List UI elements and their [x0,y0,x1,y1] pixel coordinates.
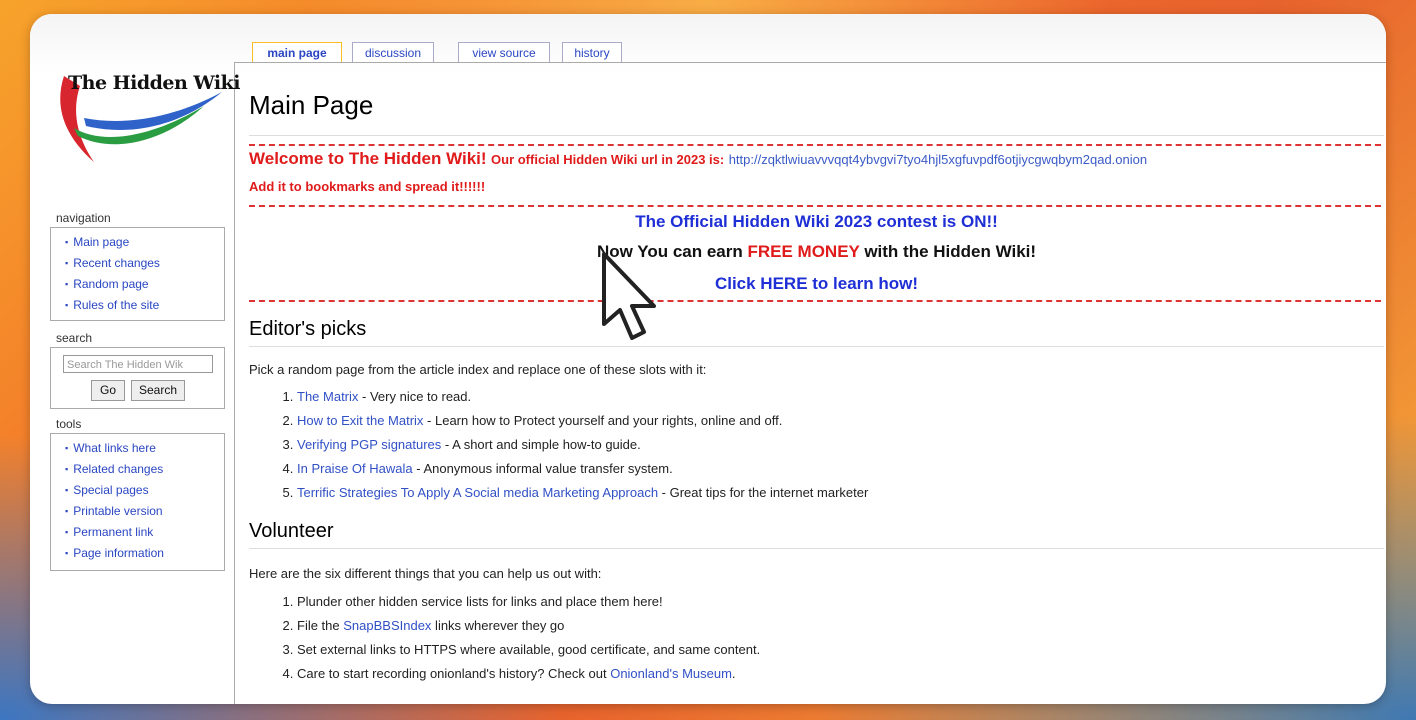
pick-link[interactable]: How to Exit the Matrix [297,413,423,428]
pick-link[interactable]: The Matrix [297,389,358,404]
editors-picks-list: The Matrix - Very nice to read. How to E… [279,385,868,505]
list-item: In Praise Of Hawala - Anonymous informal… [297,457,868,481]
onionland-museum-link[interactable]: Onionland's Museum [610,666,732,681]
dashed-divider [249,205,1381,207]
volunteer-intro: Here are the six different things that y… [249,566,602,581]
list-item: The Matrix - Very nice to read. [297,385,868,409]
page-title: Main Page [249,90,374,120]
nav-item-main-page[interactable]: Main page [65,232,224,253]
tools-title: tools [56,417,82,431]
bookmark-note: Add it to bookmarks and spread it!!!!!! [249,179,486,194]
tool-page-information[interactable]: Page information [65,543,224,564]
welcome-heading: Welcome to The Hidden Wiki! [249,149,487,168]
mouse-cursor-icon [602,252,656,340]
search-portlet: Search The Hidden Wik Go Search [50,347,225,409]
tool-printable-version[interactable]: Printable version [65,501,224,522]
tool-what-links-here[interactable]: What links here [65,438,224,459]
list-item: Plunder other hidden service lists for l… [297,590,760,614]
nav-item-rules[interactable]: Rules of the site [65,295,224,316]
official-url-label: Our official Hidden Wiki url in 2023 is: [491,152,725,167]
browser-window: main page discussion view source history… [30,14,1386,704]
list-item: How to Exit the Matrix - Learn how to Pr… [297,409,868,433]
tool-related-changes[interactable]: Related changes [65,459,224,480]
navigation-portlet: Main page Recent changes Random page Rul… [50,227,225,321]
tab-discussion[interactable]: discussion [352,42,434,63]
editors-intro: Pick a random page from the article inde… [249,362,707,377]
earn-suffix: with the Hidden Wiki! [864,242,1037,261]
pick-link[interactable]: In Praise Of Hawala [297,461,413,476]
nav-item-random-page[interactable]: Random page [65,274,224,295]
list-item: Verifying PGP signatures - A short and s… [297,433,868,457]
volunteer-list: Plunder other hidden service lists for l… [279,590,760,686]
search-input[interactable]: Search The Hidden Wik [63,355,213,373]
editors-picks-heading: Editor's picks [249,318,367,340]
volunteer-heading: Volunteer [249,520,334,542]
pick-link[interactable]: Verifying PGP signatures [297,437,441,452]
welcome-banner: Welcome to The Hidden Wiki! Our official… [249,149,1147,169]
official-url-link[interactable]: http://zqktlwiuavvvqqt4ybvgvi7tyo4hjl5xg… [729,152,1147,167]
list-item: Terrific Strategies To Apply A Social me… [297,481,868,505]
search-title: search [56,331,93,345]
list-item: Care to start recording onionland's hist… [297,662,760,686]
list-item: Set external links to HTTPS where availa… [297,638,760,662]
contest-link[interactable]: The Official Hidden Wiki 2023 contest is… [249,212,1384,232]
tool-permanent-link[interactable]: Permanent link [65,522,224,543]
snapbbsindex-link[interactable]: SnapBBSIndex [343,618,431,633]
tab-view-source[interactable]: view source [458,42,550,63]
nav-item-recent-changes[interactable]: Recent changes [65,253,224,274]
tools-portlet: What links here Related changes Special … [50,433,225,571]
earn-money-line: Now You can earn FREE MONEY with the Hid… [249,242,1384,262]
tab-main-page[interactable]: main page [252,42,342,63]
free-money-text: FREE MONEY [747,242,860,261]
go-button[interactable]: Go [91,380,125,401]
dashed-divider [249,144,1381,146]
dashed-divider [249,300,1381,302]
click-here-link[interactable]: Click HERE to learn how! [249,274,1384,294]
sidebar: The Hidden Wiki navigation Main page Rec… [48,14,244,704]
tab-history[interactable]: history [562,42,622,63]
list-item: File the SnapBBSIndex links wherever the… [297,614,760,638]
logo-text: The Hidden Wiki [68,72,241,94]
tool-special-pages[interactable]: Special pages [65,480,224,501]
site-logo[interactable]: The Hidden Wiki [54,66,244,176]
pick-link[interactable]: Terrific Strategies To Apply A Social me… [297,485,658,500]
search-button[interactable]: Search [131,380,185,401]
navigation-title: navigation [56,211,111,225]
